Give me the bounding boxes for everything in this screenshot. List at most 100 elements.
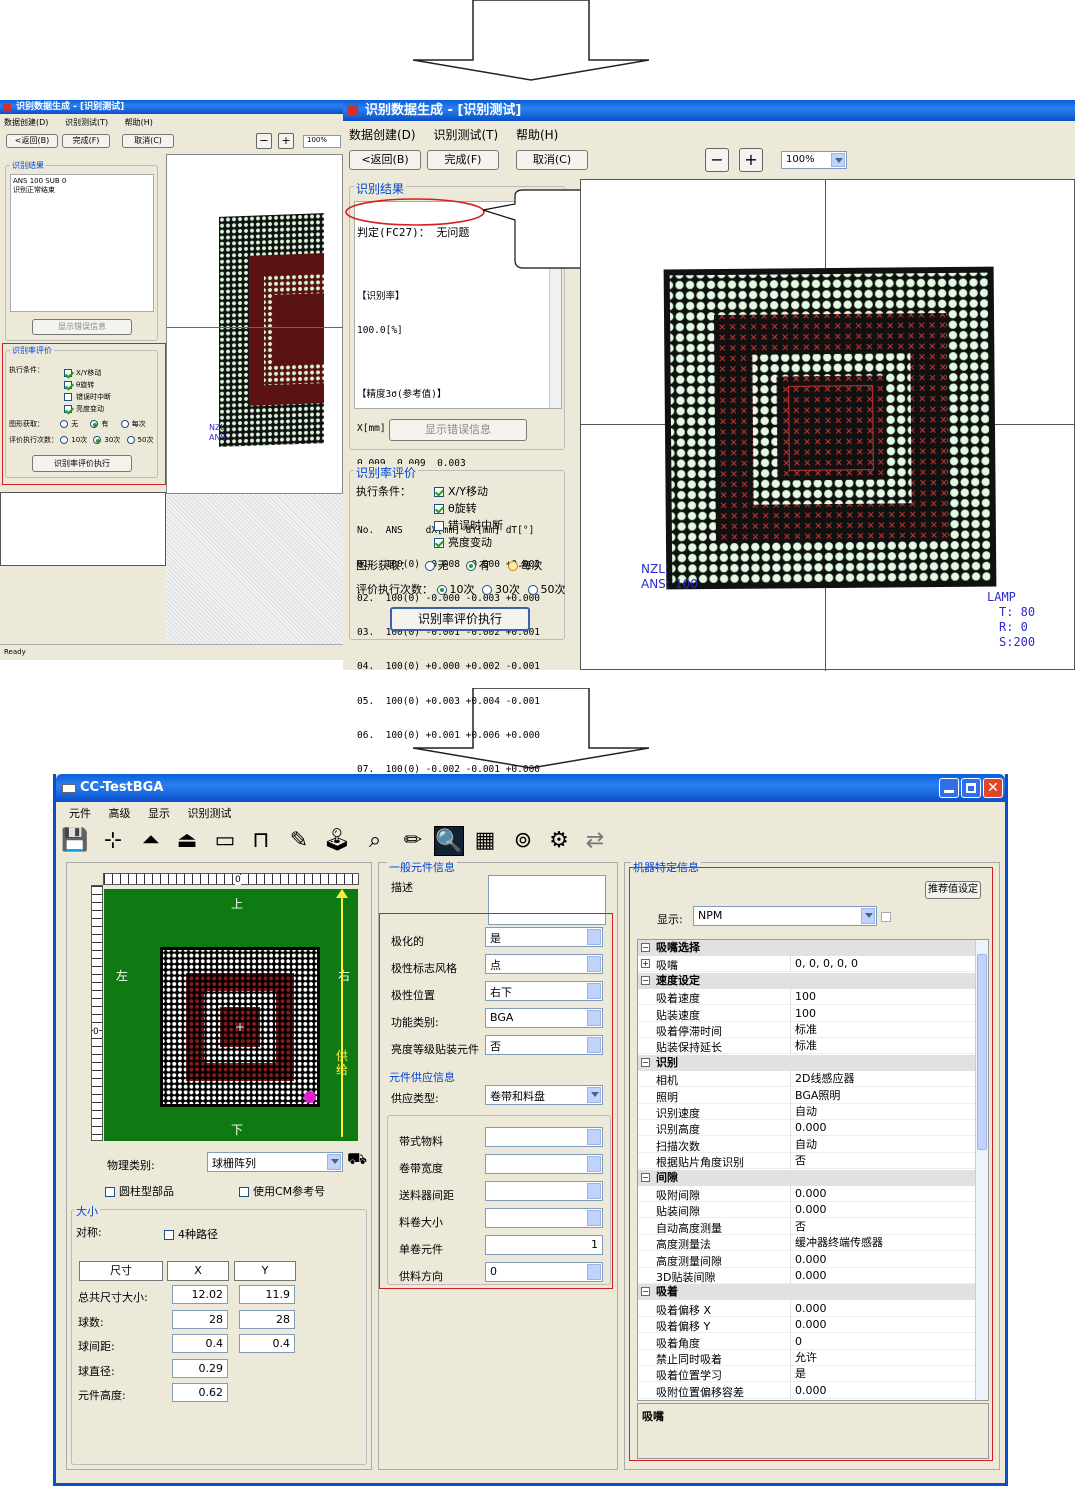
cond-label: 执行条件：: [356, 485, 411, 498]
size-row-label: 球数:: [78, 1315, 104, 1329]
finish-button[interactable]: 完成(F): [62, 134, 110, 148]
size-y-input[interactable]: 0.4: [239, 1334, 295, 1353]
size-x-input[interactable]: 12.02: [172, 1285, 228, 1304]
pen-icon[interactable]: ✎: [284, 826, 314, 856]
img-yes-radio[interactable]: 有: [466, 559, 490, 572]
bga-tool-icon[interactable]: ⛟: [347, 1149, 369, 1173]
show-error-button[interactable]: 显示错误信息: [32, 319, 132, 335]
cm-checkbox[interactable]: 使用CM参考号: [239, 1183, 325, 1199]
menu-recog-test[interactable]: 识别测试: [188, 807, 232, 820]
recognition-window-small: 识别数据生成 - [识别测试] 数据创建(D) 识别测试(T) 帮助(H) <返…: [0, 100, 344, 660]
down-arrow-icon: [413, 0, 650, 81]
bga-pattern: [669, 272, 991, 584]
menu-help[interactable]: 帮助(H): [516, 128, 558, 142]
zoom-select[interactable]: 100%: [303, 135, 341, 148]
size-x-input[interactable]: 0.4: [172, 1334, 228, 1353]
c10-radio[interactable]: 10次: [436, 583, 475, 596]
menu-display[interactable]: 显示: [148, 807, 170, 820]
zoom-in-icon[interactable]: +: [739, 148, 763, 172]
zoom-out-icon[interactable]: −: [256, 133, 272, 149]
back-button[interactable]: <返回(B): [349, 150, 421, 170]
finish-button[interactable]: 完成(F): [427, 150, 499, 170]
menu-data-create[interactable]: 数据创建(D): [4, 118, 48, 127]
opt-bright[interactable]: 亮度变动: [434, 534, 503, 551]
c30-radio[interactable]: 30次: [482, 583, 520, 596]
middle-panel: 一般元件信息 描述 极化的是极性标志风格点极性位置 右下 功能类别: BGA 亮度等级贴…: [378, 859, 618, 1470]
result-legend: 识别结果: [10, 160, 46, 171]
window-title: 识别数据生成 - [识别测试]: [365, 103, 522, 118]
size-y-input[interactable]: 11.9: [239, 1285, 295, 1304]
center-icon[interactable]: ⊹: [98, 826, 128, 856]
phys-label: 物理类别:: [107, 1159, 155, 1172]
size-x-input[interactable]: 0.62: [172, 1383, 228, 1402]
ruler-zero-x: 0: [235, 875, 241, 885]
gear-icon[interactable]: ⚙: [544, 826, 574, 856]
menu-recog-test[interactable]: 识别测试(T): [433, 128, 498, 142]
connector-icon[interactable]: ⊓: [246, 826, 276, 856]
zoom-in-icon[interactable]: +: [278, 133, 294, 149]
menu-bar: 元件 高级 显示 识别测试: [69, 805, 246, 821]
menu-recog-test[interactable]: 识别测试(T): [65, 118, 108, 127]
opt-theta[interactable]: θ旋转: [434, 500, 503, 517]
magnify-chip-icon[interactable]: ⌕: [360, 826, 390, 856]
title-bar: CC-TestBGA ✕: [56, 774, 1005, 802]
ruler-left: [91, 885, 103, 1141]
menu-data-create[interactable]: 数据创建(D): [349, 128, 416, 142]
window-title: CC-TestBGA: [80, 780, 164, 795]
status-bar: Ready: [0, 644, 343, 660]
size-head-label: 尺寸: [79, 1261, 163, 1281]
highlight-box: [379, 913, 613, 1289]
search-icon[interactable]: 🔍: [434, 826, 464, 856]
show-error-button[interactable]: 显示错误信息: [389, 419, 527, 441]
pencil-icon[interactable]: ✏: [398, 826, 428, 856]
exec-eval-button[interactable]: 识别率评价执行: [390, 607, 530, 631]
bga-preview-pattern: [160, 947, 320, 1107]
title-bar: 识别数据生成 - [识别测试]: [343, 100, 1075, 121]
size-row-label: 球直径:: [78, 1364, 115, 1378]
frame-icon[interactable]: ▭: [210, 826, 240, 856]
size-head-y: Y: [234, 1261, 296, 1281]
cancel-button[interactable]: 取消(C): [122, 134, 174, 148]
lamp-readout: LAMP T: 80 R: 0 S:200: [987, 590, 1036, 649]
save-icon[interactable]: 💾: [60, 826, 90, 856]
four-dia-checkbox[interactable]: 4种路径: [164, 1226, 218, 1242]
size-x-input[interactable]: 0.29: [172, 1358, 228, 1378]
maximize-button[interactable]: [961, 778, 981, 798]
shuffle-icon[interactable]: ⇄: [580, 826, 610, 856]
size-group: 大小 对称: 4种路径 尺寸 X Y 总共尺寸大小: 12.02 11.9 球数: 28…: [71, 1203, 367, 1465]
img-each-radio[interactable]: 每次: [507, 559, 543, 572]
dir-right: 右: [338, 969, 351, 983]
img-none-radio[interactable]: 无: [424, 559, 449, 572]
minimize-button[interactable]: [939, 778, 959, 798]
back-button[interactable]: <返回(B): [6, 134, 58, 148]
size-y-input[interactable]: 28: [239, 1309, 295, 1329]
size-x-input[interactable]: 28: [172, 1309, 228, 1329]
phys-select[interactable]: 球栅阵列: [207, 1152, 343, 1172]
hatched-area: [166, 494, 343, 644]
menu-advanced[interactable]: 高级: [109, 807, 131, 820]
c50-radio[interactable]: 50次: [527, 583, 566, 596]
profile-icon[interactable]: ⏶: [136, 826, 166, 856]
grid-chip-icon[interactable]: ▦: [470, 826, 500, 856]
right-panel: 机器特定信息 推荐值设定 显示: NPM 吸嘴选择 − 吸嘴 0, 0, 0, 0, …: [624, 859, 1000, 1470]
bga-image: [663, 266, 997, 590]
opt-stop[interactable]: 错误时中断: [434, 517, 503, 534]
ans-value: 100: [675, 577, 698, 591]
title-bar: 识别数据生成 - [识别测试]: [0, 100, 343, 114]
opt-xy[interactable]: X/Y移动: [434, 483, 503, 500]
nozzle-icon[interactable]: ⊚: [508, 826, 538, 856]
close-button[interactable]: ✕: [983, 778, 1003, 798]
zoom-out-icon[interactable]: −: [705, 148, 729, 172]
cancel-button[interactable]: 取消(C): [516, 150, 588, 170]
joystick-icon[interactable]: 🕹: [322, 826, 352, 856]
ruler-zero-y: 0: [93, 1027, 99, 1037]
menu-component[interactable]: 元件: [69, 807, 91, 820]
cyl-checkbox[interactable]: 圆柱型部品: [105, 1183, 174, 1199]
zoom-select[interactable]: 100%: [781, 151, 847, 169]
highlight-box: [629, 867, 993, 1461]
eject-icon[interactable]: ⏏: [172, 826, 202, 856]
nzl-label: NZL:: [641, 562, 669, 576]
app-icon: [3, 103, 11, 111]
menu-help[interactable]: 帮助(H): [125, 118, 153, 127]
ans-label: ANS:: [209, 433, 229, 442]
